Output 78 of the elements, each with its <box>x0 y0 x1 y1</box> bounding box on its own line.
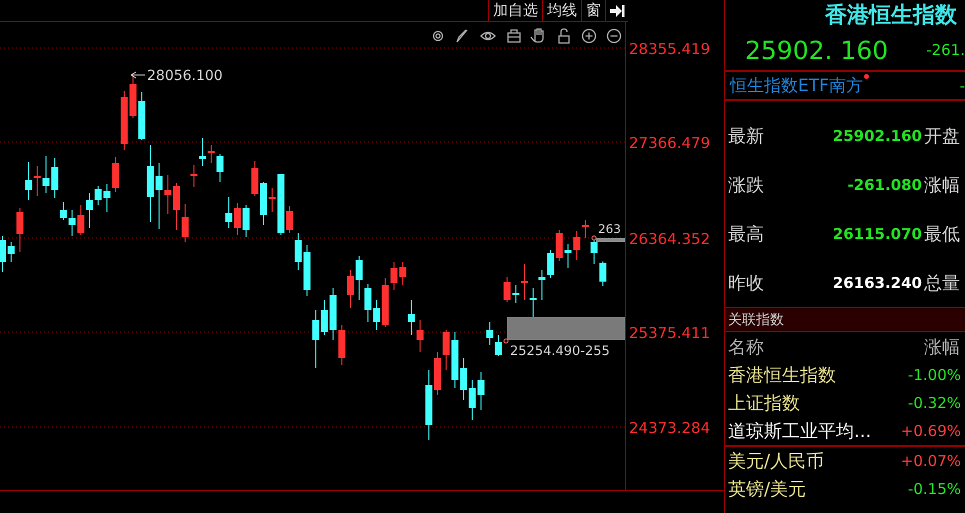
candle <box>182 204 189 242</box>
candle <box>478 372 484 410</box>
stat-label: 最新 <box>728 124 764 148</box>
index-name[interactable]: 美元/人民币 <box>728 449 824 473</box>
index-change: -0.15% <box>908 480 961 498</box>
stat-label: 涨幅 <box>924 174 960 196</box>
candle <box>51 158 58 198</box>
range-label: 25254.490-255 <box>510 344 610 359</box>
price-change: -261. <box>926 41 965 59</box>
candle <box>390 262 398 290</box>
stat-label: 最高 <box>728 222 764 246</box>
candle <box>60 202 67 220</box>
marker-dot <box>592 236 596 240</box>
candle <box>130 76 136 118</box>
candle <box>304 244 310 296</box>
price-axis-label: 28355.419 <box>629 40 710 58</box>
price-axis-label: 25375.411 <box>629 324 710 342</box>
candle <box>173 182 180 230</box>
stat-label: 最低 <box>924 222 960 246</box>
stat-value: 26115.070 <box>832 224 922 242</box>
price-axis-label: 27366.479 <box>629 134 710 152</box>
toolbox-icon[interactable] <box>507 29 521 43</box>
hand-icon[interactable] <box>530 28 544 43</box>
candle <box>138 92 146 140</box>
marker-dot <box>504 338 508 344</box>
peak-label: 28056.100 <box>147 68 223 84</box>
candle <box>260 182 267 226</box>
candle <box>347 270 354 308</box>
stat-value: 25902.160 <box>832 126 922 144</box>
index-name[interactable]: 道琼斯工业平均... <box>728 419 872 443</box>
candle <box>408 300 415 336</box>
candle <box>564 244 572 268</box>
marker-bar <box>596 238 625 242</box>
candle <box>0 236 6 272</box>
column-header: 涨幅 <box>924 336 960 358</box>
zoom-out-icon[interactable] <box>606 28 622 44</box>
column-header: 名称 <box>728 336 764 358</box>
index-change: +0.07% <box>900 452 961 470</box>
candle <box>120 90 128 150</box>
candle <box>112 156 120 192</box>
arrow-to-bar-icon <box>609 4 625 18</box>
candle <box>242 204 250 238</box>
stat-label: 开盘 <box>924 124 960 148</box>
candle <box>434 352 441 396</box>
candle <box>399 262 406 286</box>
section-title: 关联指数 <box>728 310 784 328</box>
candle <box>425 370 432 440</box>
price-axis-label: 26364.352 <box>629 230 710 248</box>
price-axis-label: 24373.284 <box>629 419 710 437</box>
stat-label: 总量 <box>924 272 960 294</box>
candle <box>190 164 198 188</box>
index-name[interactable]: 上证指数 <box>728 391 800 415</box>
candle <box>251 160 258 196</box>
status-dot-icon <box>864 74 869 79</box>
candle <box>416 320 424 352</box>
pen-icon[interactable] <box>456 29 468 43</box>
index-change: -0.32% <box>908 394 961 412</box>
fund-change: - <box>960 76 965 94</box>
stat-label: 涨跌 <box>728 174 764 196</box>
arrow-icon <box>130 72 146 78</box>
candle <box>521 264 528 300</box>
lock-icon[interactable] <box>558 28 570 44</box>
index-name[interactable]: 香港恒生指数 <box>728 363 836 387</box>
candle <box>86 192 93 228</box>
stat-value: -261.080 <box>846 176 922 194</box>
stat-value: 26163.240 <box>832 274 922 292</box>
eye-icon[interactable] <box>480 32 496 40</box>
index-change: -1.00% <box>908 366 961 384</box>
index-name: 香港恒生指数 <box>825 1 957 30</box>
price-label: 263 <box>598 222 621 236</box>
zoom-in-icon[interactable] <box>582 28 596 44</box>
index-change: +0.69% <box>900 422 961 440</box>
stat-label: 昨收 <box>728 272 764 294</box>
fund-name[interactable]: 恒生指数ETF南方 <box>730 76 863 96</box>
index-name[interactable]: 英镑/美元 <box>728 477 806 501</box>
index-price: 25902. 160 <box>745 36 888 64</box>
candle <box>42 156 50 194</box>
candle <box>216 154 224 182</box>
